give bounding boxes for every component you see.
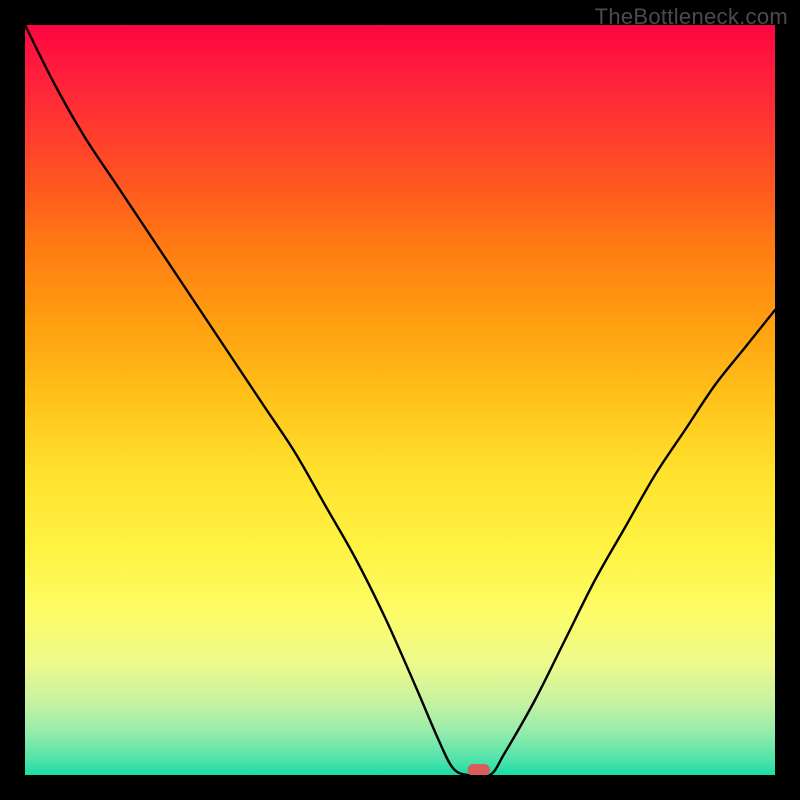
- plot-area: [25, 25, 775, 775]
- watermark-text: TheBottleneck.com: [595, 4, 788, 30]
- chart-svg: [25, 25, 775, 775]
- chart-frame: TheBottleneck.com: [0, 0, 800, 800]
- minimum-marker: [468, 764, 491, 775]
- bottleneck-curve: [25, 25, 775, 775]
